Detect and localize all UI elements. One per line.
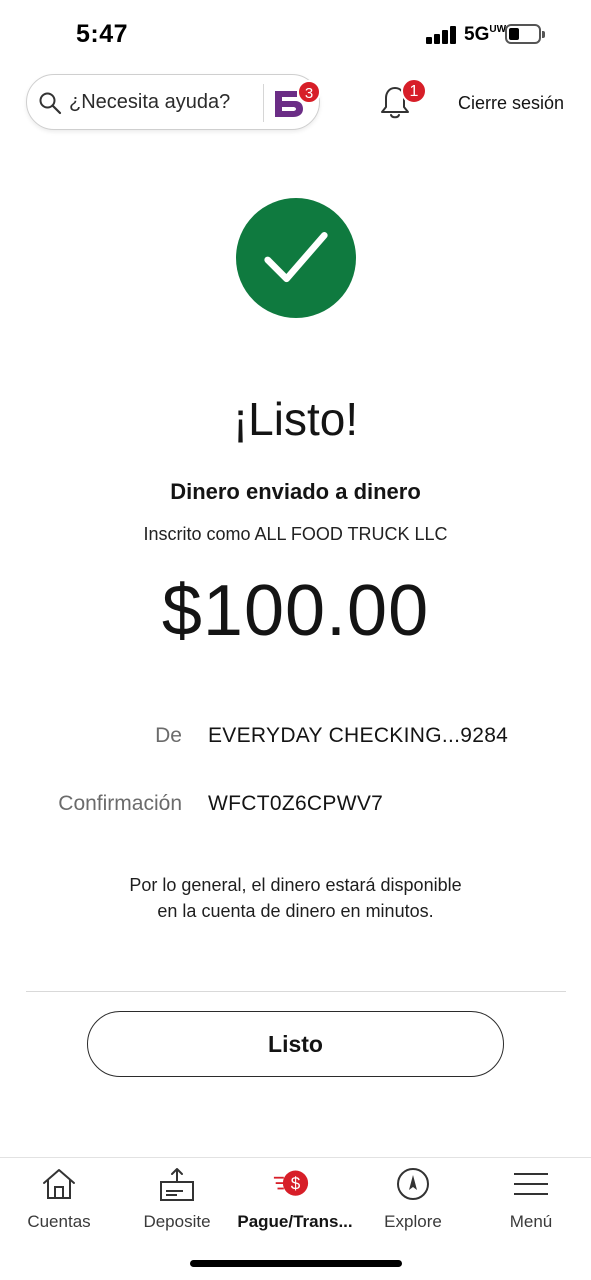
confirmation-number-value: WFCT0Z6CPWV7 bbox=[208, 792, 384, 815]
success-heading: ¡Listo! bbox=[232, 393, 359, 445]
home-icon bbox=[43, 1169, 75, 1199]
tab-pay-transfer[interactable]: $ Pague/Trans... bbox=[236, 1158, 354, 1258]
home-indicator bbox=[190, 1260, 402, 1267]
status-time: 5:47 bbox=[76, 20, 129, 48]
menu-icon bbox=[514, 1173, 548, 1195]
success-check-icon bbox=[236, 198, 356, 318]
search-divider bbox=[263, 84, 264, 122]
pay-transfer-icon: $ bbox=[273, 1170, 309, 1196]
help-search-bar[interactable]: ¿Necesita ayuda? 3 bbox=[26, 74, 321, 130]
availability-note-line-2: en la cuenta de dinero en minutos. bbox=[157, 901, 434, 921]
tab-explore[interactable]: Explore bbox=[354, 1158, 472, 1258]
tab-deposit[interactable]: Deposite bbox=[118, 1158, 236, 1258]
network-indicator: 5GUW bbox=[464, 24, 507, 45]
assistant-badge: 3 bbox=[297, 80, 321, 104]
signal-icon bbox=[426, 26, 458, 44]
compass-icon bbox=[397, 1168, 429, 1200]
from-label: De bbox=[155, 724, 182, 747]
tab-label-deposit: Deposite bbox=[143, 1212, 211, 1231]
availability-note: Por lo general, el dinero estará disponi… bbox=[0, 872, 591, 924]
availability-note-line-1: Por lo general, el dinero estará disponi… bbox=[129, 875, 462, 895]
tab-label-pay-transfer: Pague/Trans... bbox=[237, 1212, 353, 1231]
battery-icon bbox=[505, 24, 545, 44]
divider bbox=[26, 991, 566, 992]
svg-text:$: $ bbox=[291, 1174, 301, 1193]
transfer-type-title: Dinero enviado a dinero bbox=[170, 479, 421, 504]
search-placeholder: ¿Necesita ayuda? bbox=[69, 91, 231, 113]
done-button[interactable]: Listo bbox=[87, 1011, 504, 1077]
search-icon bbox=[39, 92, 62, 115]
logout-link[interactable]: Cierre sesión bbox=[458, 93, 564, 114]
notification-badge: 1 bbox=[401, 78, 427, 104]
deposit-icon bbox=[160, 1168, 194, 1201]
confirmation-label: Confirmación bbox=[58, 792, 182, 815]
status-bar: 5:47 5GUW bbox=[0, 0, 591, 70]
tab-accounts[interactable]: Cuentas bbox=[0, 1158, 118, 1258]
tab-label-accounts: Cuentas bbox=[27, 1212, 91, 1231]
from-account-value: EVERYDAY CHECKING...9284 bbox=[208, 724, 509, 747]
enrolled-recipient: Inscrito como ALL FOOD TRUCK LLC bbox=[143, 524, 448, 544]
transfer-amount: $100.00 bbox=[161, 571, 430, 651]
tab-label-menu: Menú bbox=[509, 1212, 553, 1231]
tab-label-explore: Explore bbox=[384, 1212, 442, 1231]
tab-menu[interactable]: Menú bbox=[472, 1158, 590, 1258]
